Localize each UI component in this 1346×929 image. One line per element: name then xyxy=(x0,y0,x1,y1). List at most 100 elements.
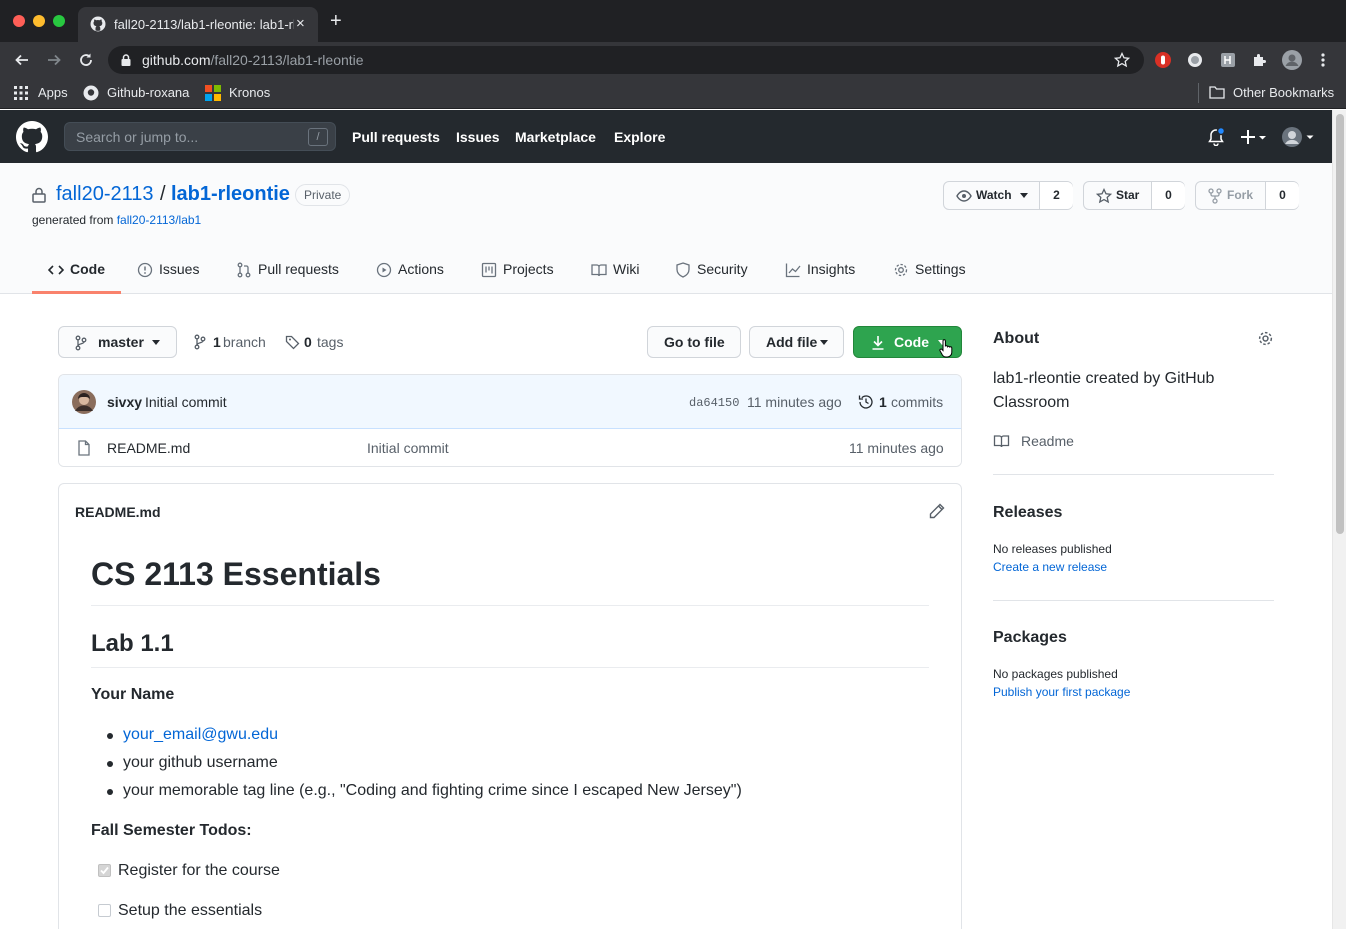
generated-from-label: generated from xyxy=(32,213,117,227)
github-search-input[interactable]: Search or jump to... / xyxy=(64,122,336,151)
repo-owner-link[interactable]: fall20-2113 xyxy=(56,183,153,206)
shield-icon xyxy=(675,262,691,278)
branch-label[interactable]: branch xyxy=(223,334,266,350)
search-placeholder: Search or jump to... xyxy=(76,129,199,145)
eye-icon xyxy=(956,188,972,204)
releases-heading[interactable]: Releases xyxy=(993,504,1062,522)
commit-count[interactable]: 1 xyxy=(879,394,887,410)
profile-avatar-icon[interactable] xyxy=(1282,50,1302,70)
extension-box-icon[interactable] xyxy=(1220,52,1236,68)
other-bookmarks[interactable]: Other Bookmarks xyxy=(1233,85,1334,100)
commit-message[interactable]: Initial commit xyxy=(145,394,227,410)
about-heading: About xyxy=(993,330,1040,347)
close-tab-icon[interactable]: × xyxy=(296,15,305,32)
tag-icon xyxy=(285,334,301,350)
file-listing: sivxy Initial commit da64150 11 minutes … xyxy=(58,374,962,467)
file-name[interactable]: README.md xyxy=(107,440,190,456)
create-release-link[interactable]: Create a new release xyxy=(993,560,1107,574)
file-commit-message[interactable]: Initial commit xyxy=(367,440,449,456)
page-scrollbar[interactable] xyxy=(1332,110,1346,929)
watch-count[interactable]: 2 xyxy=(1040,182,1073,209)
code-icon xyxy=(48,262,64,278)
repo-name-link[interactable]: lab1-rleontie xyxy=(171,183,290,206)
url-host: github.com xyxy=(142,52,211,68)
reload-icon[interactable] xyxy=(78,52,94,68)
fork-icon xyxy=(1208,188,1222,204)
branch-count[interactable]: 1 xyxy=(213,334,221,350)
about-gear-icon[interactable] xyxy=(1257,330,1274,347)
browser-toolbar: github.com/fall20-2113/lab1-rleontie xyxy=(0,42,1346,78)
nav-explore[interactable]: Explore xyxy=(614,129,665,145)
todo-item: Register for the course xyxy=(118,862,280,879)
template-repo-link[interactable]: fall20-2113/lab1 xyxy=(117,213,202,227)
commit-count-label[interactable]: commits xyxy=(891,394,943,410)
minimize-window-button[interactable] xyxy=(33,15,45,27)
fork-label: Fork xyxy=(1227,188,1254,202)
maximize-window-button[interactable] xyxy=(53,15,65,27)
graph-icon xyxy=(785,262,801,278)
tag-count[interactable]: 0 xyxy=(304,334,312,350)
file-commit-time: 11 minutes ago xyxy=(849,440,944,456)
github-logo-icon[interactable] xyxy=(16,121,48,153)
extensions-puzzle-icon[interactable] xyxy=(1252,52,1268,68)
bookmarks-bar: Apps Github-roxana Kronos Other Bookmark… xyxy=(0,78,1346,109)
author-avatar[interactable] xyxy=(72,390,96,414)
nav-issues[interactable]: Issues xyxy=(456,129,500,145)
browser-tab[interactable]: fall20-2113/lab1-rleontie: lab1-rleontie… xyxy=(78,7,318,42)
forward-icon[interactable] xyxy=(46,52,62,68)
bookmark-divider xyxy=(1198,83,1199,103)
star-button[interactable]: Star xyxy=(1084,182,1152,209)
go-to-file-button[interactable]: Go to file xyxy=(647,326,741,358)
branch-caret-icon xyxy=(152,340,160,345)
publish-package-link[interactable]: Publish your first package xyxy=(993,685,1130,699)
watch-label: Watch xyxy=(976,188,1012,202)
add-file-button[interactable]: Add file xyxy=(749,326,844,358)
generated-from: generated from fall20-2113/lab1 xyxy=(32,213,201,227)
extension-hand-icon[interactable] xyxy=(1155,52,1171,68)
packages-heading[interactable]: Packages xyxy=(993,629,1067,647)
tab-insights-label: Insights xyxy=(807,261,856,277)
todo-item: Setup the essentials xyxy=(118,902,263,919)
email-link[interactable]: your_email@gwu.edu xyxy=(123,726,278,744)
fork-count[interactable]: 0 xyxy=(1266,182,1299,209)
close-window-button[interactable] xyxy=(13,15,25,27)
bookmark-github-roxana[interactable]: Github-roxana xyxy=(107,85,189,100)
repo-header: fall20-2113 / lab1-rleontie Private gene… xyxy=(0,163,1332,294)
gear-icon xyxy=(893,262,909,278)
extension-record-icon[interactable] xyxy=(1187,52,1203,68)
commit-author[interactable]: sivxy xyxy=(107,394,142,410)
readme-link[interactable]: Readme xyxy=(1021,433,1074,449)
issue-icon xyxy=(137,262,153,278)
create-new-plus-icon[interactable] xyxy=(1240,129,1268,145)
back-icon[interactable] xyxy=(14,52,30,68)
tag-label[interactable]: tags xyxy=(317,334,343,350)
bookmark-apps[interactable]: Apps xyxy=(38,85,68,100)
new-tab-button[interactable]: + xyxy=(330,11,342,31)
bullet xyxy=(107,789,113,795)
address-bar[interactable]: github.com/fall20-2113/lab1-rleontie xyxy=(108,46,1144,74)
branch-select-button[interactable]: master xyxy=(58,326,177,358)
nav-pull-requests[interactable]: Pull requests xyxy=(352,129,440,145)
fork-button[interactable]: Fork xyxy=(1196,182,1266,209)
bookmark-kronos[interactable]: Kronos xyxy=(229,85,270,100)
tab-issues-label: Issues xyxy=(159,261,200,277)
readme-subtitle: Lab 1.1 xyxy=(91,630,929,668)
project-icon xyxy=(481,262,497,278)
watch-button[interactable]: Watch xyxy=(944,182,1040,209)
notifications-bell-icon[interactable] xyxy=(1207,128,1225,146)
edit-pencil-icon[interactable] xyxy=(929,503,945,519)
code-button-label: Code xyxy=(894,334,929,350)
list-item: your github username xyxy=(123,754,278,771)
branch-name: master xyxy=(98,334,144,350)
scrollbar-thumb[interactable] xyxy=(1336,114,1344,534)
file-row[interactable]: README.md Initial commit 11 minutes ago xyxy=(59,429,961,466)
commit-sha[interactable]: da64150 xyxy=(689,396,739,410)
bullet xyxy=(107,733,113,739)
browser-menu-icon[interactable] xyxy=(1318,52,1328,68)
nav-marketplace[interactable]: Marketplace xyxy=(515,129,596,145)
star-icon xyxy=(1096,188,1112,204)
star-count[interactable]: 0 xyxy=(1152,182,1185,209)
user-avatar-menu-icon[interactable] xyxy=(1282,127,1316,147)
bookmark-star-icon[interactable] xyxy=(1114,52,1130,68)
fork-button-group: Fork 0 xyxy=(1195,181,1299,210)
